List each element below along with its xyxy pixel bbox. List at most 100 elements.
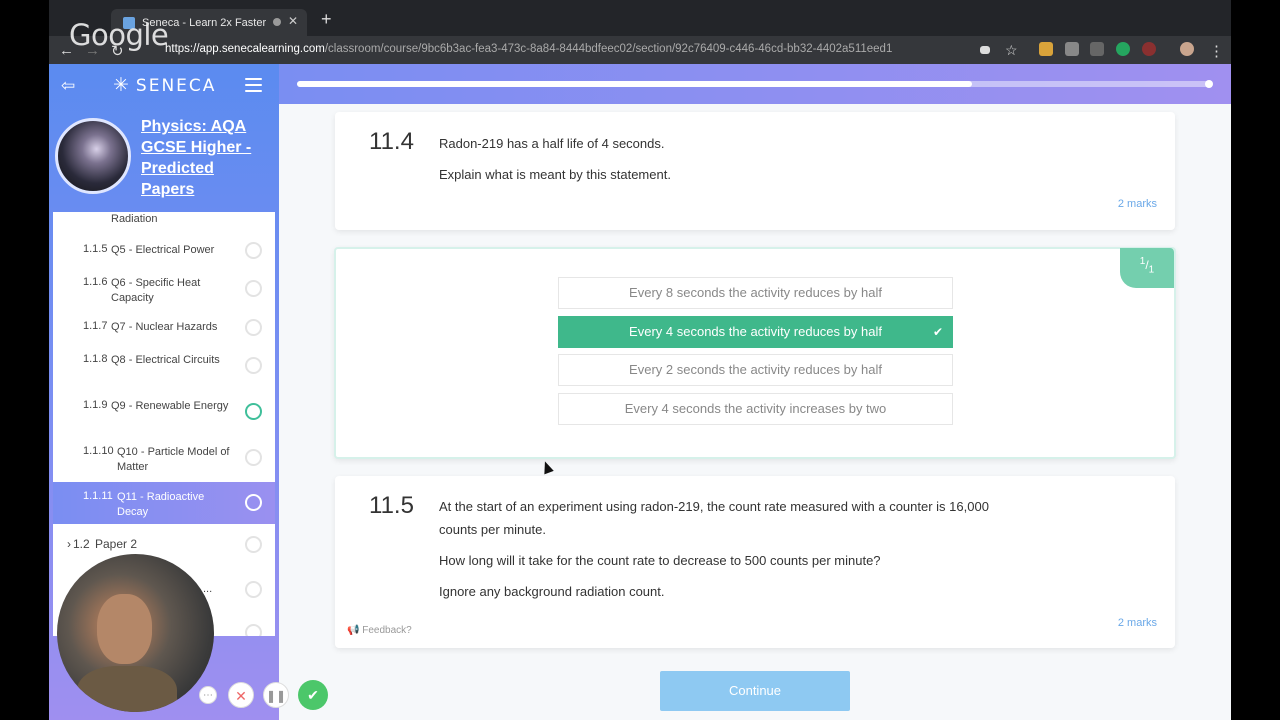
drive-icon[interactable] [1065, 42, 1079, 56]
score-numerator: 1 [1139, 256, 1146, 267]
sidebar-item-label: ... [203, 583, 213, 595]
profile-avatar-icon[interactable] [1180, 42, 1194, 56]
marks-label: 2 marks [1117, 198, 1157, 210]
sidebar-item-label: Paper 2 [95, 537, 138, 551]
tab-bar: Seneca - Learn 2x Faster ✕ + [49, 0, 1231, 36]
sidebar-item[interactable]: 1.1.7 Q7 - Nuclear Hazards [53, 316, 275, 340]
question-card: 11.4 Radon-219 has a half life of 4 seco… [335, 112, 1175, 230]
checkmark-icon: ✔ [932, 325, 943, 339]
sidebar-item-label: Q6 - Specific Heat Capacity [111, 277, 201, 304]
url-field[interactable]: https://app.senecalearning.com/classroom… [165, 43, 975, 55]
sidebar-item-label: Q10 - Particle Model of Matter [117, 446, 230, 473]
google-watermark: Google [69, 18, 169, 52]
address-bar: ← → ↻ https://app.senecalearning.com/cla… [49, 36, 1231, 64]
extension-icon[interactable] [1039, 42, 1053, 56]
hamburger-menu-icon[interactable] [245, 78, 262, 96]
sidebar-item[interactable]: 1.1.5 Q5 - Electrical Power [53, 238, 275, 262]
megaphone-icon: 📢 [347, 625, 363, 636]
question-number: 11.5 [369, 492, 414, 519]
progress-circle-icon [245, 494, 262, 511]
answer-option-label: Every 4 seconds the activity reduces by … [629, 324, 882, 339]
webcam-overlay [57, 554, 214, 712]
sidebar-item-label: Q5 - Electrical Power [111, 244, 215, 256]
pause-recording-icon[interactable]: ❚❚ [263, 682, 289, 708]
progress-circle-icon [245, 536, 262, 553]
seneca-logo-icon: ✳ [113, 74, 131, 96]
progress-bar-fill [297, 81, 972, 87]
record-extension-icon[interactable] [1142, 42, 1156, 56]
logo-text: SENECA [135, 76, 217, 96]
sidebar-item-label: Q11 - Radioactive Decay [117, 491, 205, 518]
sidebar-item-number: 1.1.7 [83, 320, 108, 332]
question-text: At the start of an experiment using rado… [439, 499, 989, 514]
sidebar-item-number: 1.1.8 [83, 353, 108, 365]
webcam-person [77, 666, 177, 712]
answer-option[interactable]: Every 2 seconds the activity reduces by … [558, 354, 953, 386]
course-image [55, 118, 131, 194]
sidebar-item-active[interactable]: 1.1.11 Q11 - Radioactive Decay [53, 482, 275, 524]
sidebar-item-label: Q7 - Nuclear Hazards [111, 321, 218, 333]
progress-end-dot [1205, 80, 1213, 88]
more-options-icon[interactable]: ⋯ [199, 686, 217, 704]
question-number: 11.4 [369, 128, 414, 155]
progress-bar [297, 81, 1209, 87]
sidebar-item-number: 1.1.6 [83, 276, 108, 288]
sidebar-item-number: 1.1.9 [83, 399, 108, 411]
sidebar-item-number: 1.1.5 [83, 243, 108, 255]
sidebar-item[interactable]: 1.1.10 Q10 - Particle Model of Matter [53, 442, 275, 474]
course-title[interactable]: Physics: AQA GCSE Higher - Predicted Pap… [141, 116, 271, 200]
sidebar-item[interactable]: 1.1.9 Q9 - Renewable Energy [53, 396, 275, 428]
question-text-cont: counts per minute. [439, 522, 546, 537]
progress-circle-icon [245, 280, 262, 297]
continue-button[interactable]: Continue [660, 671, 850, 711]
new-tab-button[interactable]: + [321, 9, 332, 30]
feedback-link[interactable]: 📢 Feedback? [347, 625, 412, 636]
answer-option[interactable]: Every 8 seconds the activity reduces by … [558, 277, 953, 309]
feedback-label: Feedback? [362, 625, 412, 636]
answer-option[interactable]: Every 4 seconds the activity increases b… [558, 393, 953, 425]
recording-indicator-icon [273, 18, 281, 26]
browser-window: Seneca - Learn 2x Faster ✕ + ← → ↻ https… [49, 0, 1231, 720]
camera-icon[interactable] [980, 46, 990, 54]
extension-icon[interactable] [1090, 42, 1104, 56]
exit-icon[interactable]: ⇦ [61, 76, 75, 96]
url-host: https://app.senecalearning.com [165, 43, 325, 55]
cancel-recording-icon[interactable]: ✕ [228, 682, 254, 708]
sidebar-item-label: Q8 - Electrical Circuits [111, 354, 220, 366]
finish-recording-icon[interactable]: ✔ [298, 680, 328, 710]
progress-circle-icon [245, 319, 262, 336]
progress-circle-icon [245, 403, 262, 420]
question-text: Radon-219 has a half life of 4 seconds. [439, 136, 665, 151]
seneca-logo[interactable]: ✳ SENECA [113, 74, 216, 96]
marks-label: 2 marks [1117, 617, 1157, 629]
sidebar-item[interactable]: Radiation [53, 212, 275, 226]
progress-circle-icon [245, 581, 262, 598]
progress-circle-icon [245, 624, 262, 636]
sidebar-item-label: Radiation [111, 213, 158, 225]
question-card: 11.5 At the start of an experiment using… [335, 476, 1175, 648]
sidebar-item-number: 1.2 [73, 537, 90, 551]
url-path: /classroom/course/9bc6b3ac-fea3-473c-8a8… [324, 43, 893, 55]
sidebar-item[interactable]: 1.1.8 Q8 - Electrical Circuits [53, 350, 275, 382]
answer-card: 1/1 Every 8 seconds the activity reduces… [334, 247, 1176, 459]
bookmark-star-icon[interactable]: ☆ [1005, 42, 1018, 59]
progress-header [279, 64, 1231, 104]
progress-circle-icon [245, 242, 262, 259]
progress-circle-icon [245, 449, 262, 466]
answer-option-correct[interactable]: Every 4 seconds the activity reduces by … [558, 316, 953, 348]
progress-circle-icon [245, 357, 262, 374]
main-content: 11.4 Radon-219 has a half life of 4 seco… [279, 64, 1231, 720]
menu-kebab-icon[interactable]: ⋮ [1209, 42, 1224, 60]
sidebar-item[interactable]: › 1.2 Paper 2 [53, 532, 275, 556]
score-denominator: 1 [1148, 264, 1155, 276]
question-note: Ignore any background radiation count. [439, 584, 665, 599]
question-prompt: Explain what is meant by this statement. [439, 167, 671, 182]
score-badge: 1/1 [1120, 248, 1174, 288]
chevron-right-icon: › [67, 537, 71, 551]
sidebar-item[interactable]: 1.1.6 Q6 - Specific Heat Capacity [53, 272, 275, 304]
sidebar-header: ⇦ ✳ SENECA [49, 64, 279, 106]
grammarly-icon[interactable] [1116, 42, 1130, 56]
sidebar-item-number: 1.1.11 [83, 490, 113, 502]
tab-close-icon[interactable]: ✕ [288, 14, 298, 28]
webcam-face [97, 594, 152, 664]
